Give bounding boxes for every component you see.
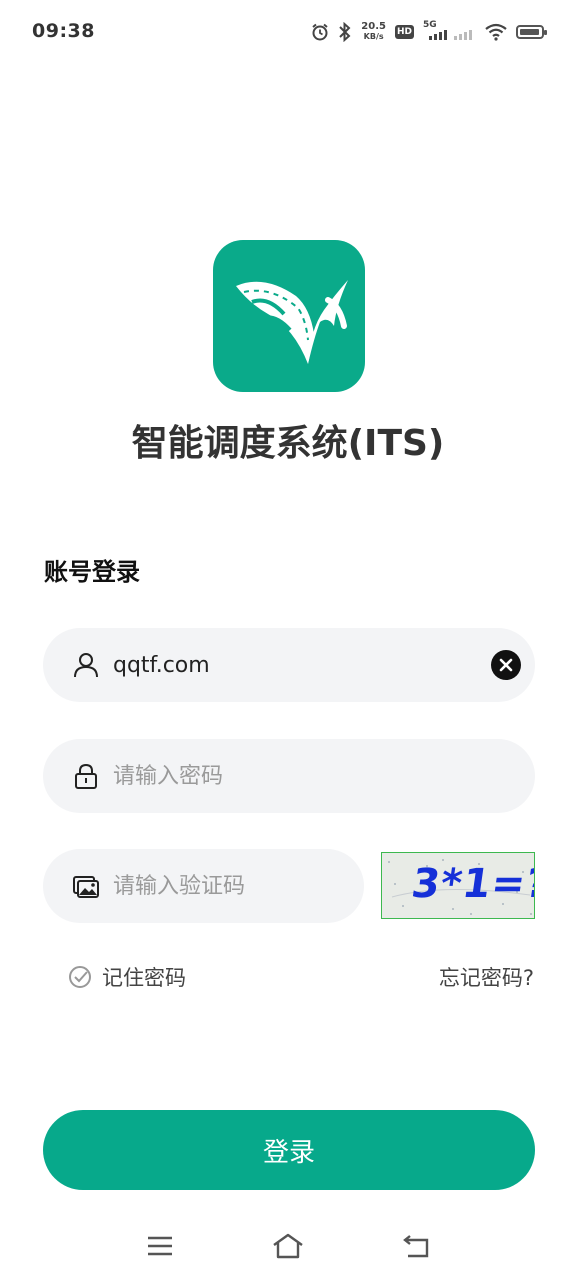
forgot-password-link[interactable]: 忘记密码?	[439, 962, 534, 992]
nav-home-button[interactable]	[270, 1228, 306, 1264]
nav-menu-button[interactable]	[142, 1228, 178, 1264]
status-bar: 09:38 20.5 KB/s HD 5G	[0, 0, 576, 64]
signal-secondary-icon	[454, 22, 476, 42]
home-icon	[273, 1233, 303, 1259]
close-icon	[499, 658, 513, 672]
menu-icon	[148, 1236, 172, 1256]
alarm-icon	[312, 23, 328, 41]
password-input[interactable]	[113, 739, 513, 813]
wifi-icon	[485, 23, 507, 41]
app-title: 智能调度系统(ITS)	[131, 423, 445, 464]
app-logo	[213, 240, 365, 392]
status-icons: 20.5 KB/s HD 5G	[311, 18, 547, 46]
password-field[interactable]	[43, 739, 535, 813]
bird-logo-icon	[236, 280, 348, 364]
login-button[interactable]: 登录	[43, 1110, 535, 1190]
captcha-input[interactable]	[113, 849, 343, 923]
nav-back-button[interactable]	[398, 1228, 434, 1264]
remember-password-toggle[interactable]: 记住密码	[68, 962, 186, 992]
check-circle-icon	[69, 966, 91, 988]
signal-5g-icon: 5G	[423, 20, 447, 42]
captcha-field[interactable]	[43, 849, 364, 923]
bluetooth-icon	[339, 22, 351, 42]
network-speed: 20.5 KB/s	[361, 21, 386, 42]
back-icon	[403, 1235, 429, 1258]
image-icon	[73, 876, 99, 898]
username-field[interactable]	[43, 628, 535, 702]
user-icon	[74, 653, 98, 678]
login-section-title: 账号登录	[44, 558, 140, 586]
hd-badge: HD	[394, 25, 414, 39]
username-input[interactable]	[113, 628, 473, 702]
captcha-image[interactable]: 3*1=?	[381, 852, 535, 919]
battery-icon	[516, 25, 547, 39]
remember-password-label: 记住密码	[102, 966, 186, 990]
captcha-text: 3*1=?	[408, 861, 535, 907]
lock-icon	[75, 763, 97, 789]
status-time: 09:38	[32, 20, 95, 42]
clear-username-button[interactable]	[491, 650, 521, 680]
